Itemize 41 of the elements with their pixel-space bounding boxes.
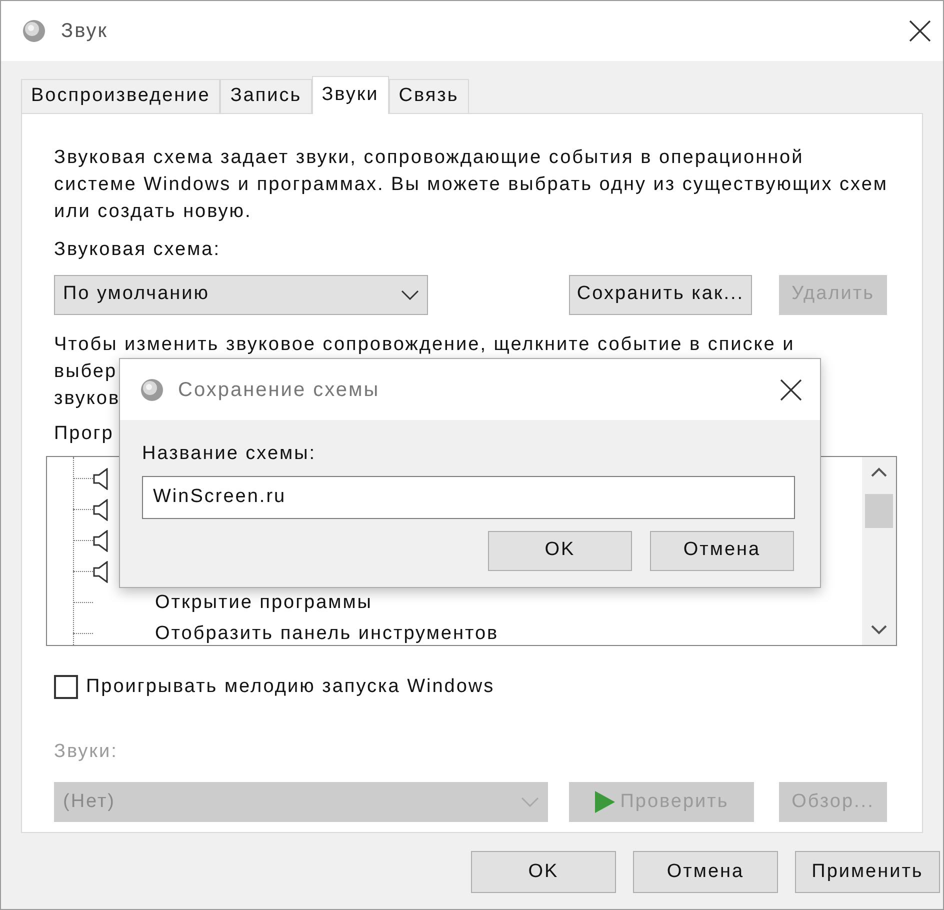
- scheme-label: Звуковая схема:: [54, 238, 222, 262]
- play-icon: [594, 790, 616, 814]
- speaker-icon: [93, 498, 111, 520]
- hint-text: звуков: [54, 386, 120, 410]
- scroll-up-icon[interactable]: [871, 467, 887, 477]
- events-label: Прогр: [54, 422, 115, 446]
- close-icon[interactable]: [780, 378, 802, 400]
- dialog-title: Сохранение схемы: [178, 378, 380, 402]
- speaker-icon: [93, 468, 111, 490]
- scheme-dropdown[interactable]: По умолчанию: [54, 274, 428, 314]
- hint-text: выбер: [54, 360, 118, 384]
- scheme-name-field[interactable]: WinScreen.ru: [142, 476, 795, 518]
- speaker-app-icon: [21, 18, 47, 44]
- scroll-down-icon[interactable]: [871, 625, 887, 635]
- close-icon[interactable]: [909, 20, 931, 42]
- apply-button[interactable]: Применить: [795, 851, 940, 893]
- cancel-button[interactable]: Отмена: [650, 530, 794, 570]
- chevron-down-icon: [521, 797, 539, 807]
- field-label: Название схемы:: [142, 442, 318, 466]
- tab[interactable]: Запись: [220, 79, 312, 113]
- event-item[interactable]: Отобразить панель инструментов: [155, 622, 499, 644]
- event-item[interactable]: Открытие программы: [155, 592, 372, 614]
- hint-text: Чтобы изменить звуковое сопровождение, щелкните событие в списке и: [54, 332, 795, 356]
- speaker-icon: [93, 530, 111, 552]
- cancel-button[interactable]: Отмена: [633, 851, 778, 893]
- description-text: Звуковая схема задает звуки, сопровождающие события в операционной системе Windows и программах. Вы можете выбрать одну из существующих схем или создать новую.: [54, 146, 889, 224]
- tab[interactable]: Воспроизведение: [21, 79, 220, 113]
- speaker-icon: [93, 560, 111, 582]
- tab[interactable]: Связь: [388, 79, 469, 113]
- save-as-button[interactable]: Сохранить как...: [569, 274, 752, 314]
- ok-button[interactable]: OK: [488, 530, 632, 570]
- ok-button[interactable]: OK: [471, 851, 616, 893]
- window-title: Звук: [61, 19, 108, 44]
- speaker-app-icon: [139, 376, 165, 402]
- sounds-label: Звуки:: [54, 740, 119, 764]
- scrollbar[interactable]: [862, 457, 896, 645]
- checkbox[interactable]: [54, 675, 78, 700]
- scroll-thumb[interactable]: [865, 494, 893, 528]
- tab[interactable]: Звуки: [312, 76, 389, 114]
- chevron-down-icon: [401, 290, 419, 300]
- checkbox-label: Проигрывать мелодию запуска Windows: [86, 675, 495, 699]
